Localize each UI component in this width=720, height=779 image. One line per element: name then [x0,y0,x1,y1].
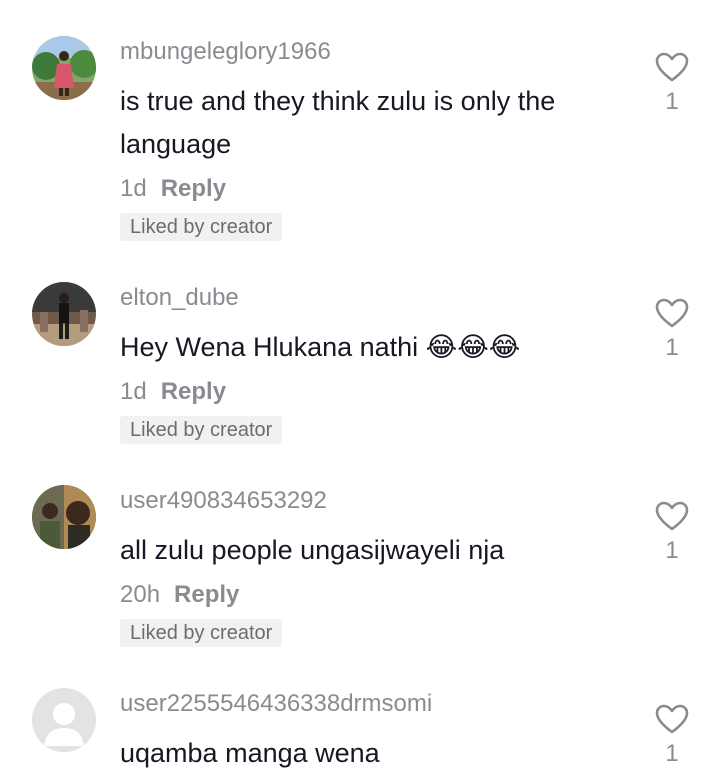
comment-meta: 1d Reply [120,175,226,203]
default-avatar-icon [32,688,96,752]
avatar[interactable] [32,36,96,100]
comment-meta: 1d Reply [120,378,226,406]
timestamp: 1d [120,175,147,202]
user-photo-avatar-icon [32,485,96,549]
comment-text: Hey Wena Hlukana nathi 😂😂😂 [120,332,521,362]
comment-meta: 20h Reply [120,581,239,609]
reply-button[interactable]: Reply [161,378,226,405]
username[interactable]: mbungeleglory1966 [120,38,331,66]
liked-by-creator-badge: Liked by creator [120,619,283,647]
user-photo-avatar-icon [32,36,96,100]
heart-icon[interactable] [655,501,689,531]
like-control: 1 [650,298,694,362]
like-control: 1 [650,501,694,565]
liked-by-creator-badge: Liked by creator [120,416,283,444]
reply-button[interactable]: Reply [174,581,239,608]
timestamp: 1d [120,378,147,405]
comment-text: is true and they think zulu is only the … [120,86,556,159]
user-photo-avatar-icon [32,282,96,346]
comment-text: all zulu people ungasijwayeli nja [120,535,505,565]
username[interactable]: user2255546436338drmsomi [120,690,432,718]
like-count: 1 [665,740,679,767]
reply-button[interactable]: Reply [161,175,226,202]
like-control: 1 [650,704,694,768]
username[interactable]: elton_dube [120,284,239,312]
avatar[interactable] [32,688,96,752]
like-control: 1 [650,52,694,116]
like-count: 1 [665,334,679,361]
avatar[interactable] [32,485,96,549]
timestamp: 20h [120,581,161,608]
avatar[interactable] [32,282,96,346]
like-count: 1 [665,88,679,115]
like-count: 1 [665,537,679,564]
username[interactable]: user490834653292 [120,487,327,515]
liked-by-creator-badge: Liked by creator [120,213,283,241]
heart-icon[interactable] [655,52,689,82]
heart-icon[interactable] [655,704,689,734]
heart-icon[interactable] [655,298,689,328]
comment-text: uqamba manga wena [120,738,380,768]
